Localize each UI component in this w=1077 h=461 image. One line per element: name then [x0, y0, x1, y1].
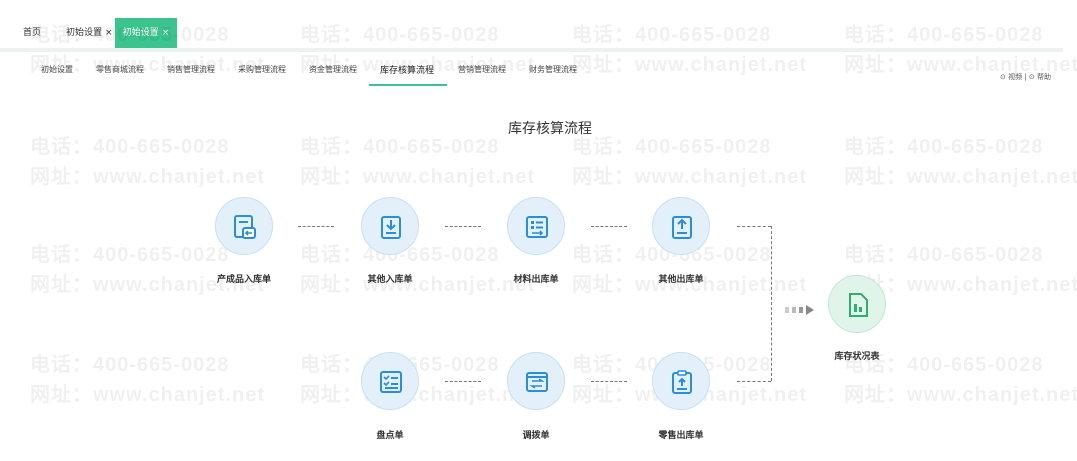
page-title: 库存核算流程: [508, 121, 592, 137]
connector: [298, 226, 334, 227]
close-icon[interactable]: ×: [162, 28, 170, 38]
other-in-label: 其他入库单: [367, 275, 413, 285]
divider: |: [1024, 73, 1027, 81]
watermark-site: 网址：www.chanjet.net: [844, 384, 1077, 406]
download-doc-icon: [381, 216, 401, 239]
watermark-site: 网址：www.chanjet.net: [844, 166, 1077, 188]
watermark-phone: 电话：400-665-0028: [844, 136, 1044, 158]
connector: [591, 381, 627, 382]
inventory-check-label: 盘点单: [376, 431, 404, 441]
watermark-site: 网址：www.chanjet.net: [30, 166, 266, 188]
inventory-check-node[interactable]: [361, 352, 419, 410]
watermark-phone: 电话：400-665-0028: [30, 354, 230, 376]
nav-item[interactable]: 资金管理流程: [309, 64, 357, 75]
stock-report-node[interactable]: [828, 275, 886, 333]
retail-out-node[interactable]: [652, 352, 710, 410]
watermark-phone: 电话：400-665-0028: [30, 136, 230, 158]
upload-doc-icon: [672, 216, 692, 239]
connector: [737, 381, 771, 382]
connector: [737, 226, 771, 227]
nav-item[interactable]: 零售商城流程: [96, 64, 144, 75]
transfer-label: 调拨单: [522, 431, 550, 441]
connector: [591, 226, 627, 227]
tab-label: 初始设置: [66, 28, 103, 38]
product-in-node[interactable]: [215, 197, 273, 255]
connector: [445, 226, 481, 227]
nav-item-active[interactable]: 库存核算流程: [380, 63, 434, 76]
other-out-node[interactable]: [652, 197, 710, 255]
material-out-node[interactable]: [507, 197, 565, 255]
other-in-node[interactable]: [361, 197, 419, 255]
video-link[interactable]: ⊙ 视频: [1000, 73, 1022, 81]
other-out-label: 其他出库单: [658, 275, 704, 285]
nav-item[interactable]: 采购管理流程: [238, 64, 286, 75]
tab-label: 初始设置: [122, 28, 159, 38]
tab-home[interactable]: 首页: [23, 18, 41, 48]
product-in-label: 产成品入库单: [216, 275, 271, 285]
nav-item[interactable]: 营销管理流程: [458, 64, 506, 75]
process-nav: 初始设置 零售商城流程 销售管理流程 采购管理流程 资金管理流程 库存核算流程 …: [0, 54, 1077, 86]
arrow-right-icon: [785, 305, 814, 315]
tab-initial-settings-1[interactable]: 初始设置 ×: [66, 18, 113, 48]
watermark-phone: 电话：400-665-0028: [30, 244, 230, 266]
close-icon[interactable]: ×: [105, 28, 113, 38]
connector: [771, 226, 772, 381]
material-out-label: 材料出库单: [513, 275, 559, 285]
checklist-icon: [380, 371, 402, 393]
tab-home-label: 首页: [23, 28, 42, 38]
watermark-phone: 电话：400-665-0028: [844, 244, 1044, 266]
retail-out-label: 零售出库单: [658, 431, 704, 441]
tab-initial-settings-2[interactable]: 初始设置 ×: [115, 18, 177, 48]
transfer-icon: [526, 372, 548, 392]
nav-item[interactable]: 销售管理流程: [167, 64, 215, 75]
clipboard-upload-icon: [672, 370, 692, 394]
chart-report-icon: [849, 293, 868, 317]
watermark-site: 网址：www.chanjet.net: [300, 166, 536, 188]
help-links: ⊙ 视频 | ⊙ 帮助: [1000, 72, 1051, 82]
tab-bar: 首页 初始设置 × 初始设置 ×: [0, 18, 1063, 52]
watermark-site: 网址：www.chanjet.net: [30, 384, 266, 406]
active-tab-underline: [369, 84, 447, 86]
connector: [445, 381, 481, 382]
transfer-node[interactable]: [507, 352, 565, 410]
list-out-icon: [526, 216, 548, 238]
nav-item[interactable]: 财务管理流程: [529, 64, 577, 75]
stock-report-label: 库存状况表: [834, 352, 880, 362]
document-return-icon: [234, 215, 256, 239]
help-link[interactable]: ⊙ 帮助: [1029, 73, 1051, 81]
watermark-site: 网址：www.chanjet.net: [572, 166, 808, 188]
nav-item[interactable]: 初始设置: [41, 64, 73, 75]
